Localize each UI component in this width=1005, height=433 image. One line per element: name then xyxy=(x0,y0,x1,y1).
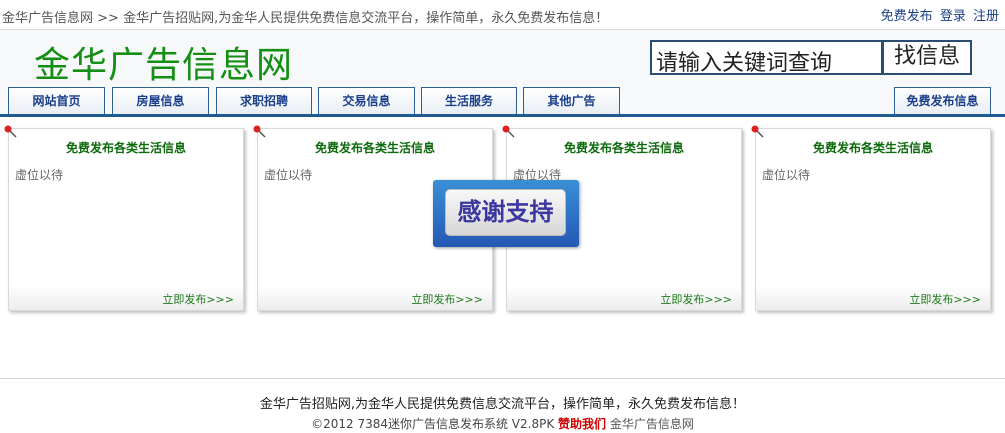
ad-box-footer: 立即发布>>> xyxy=(9,286,243,310)
site-tagline: 金华广告招贴网,为金华人民提供免费信息交流平台，操作简单，永久免费发布信息！ xyxy=(123,11,609,26)
thanks-badge[interactable]: 感谢支持 xyxy=(433,180,579,247)
publish-now-link[interactable]: 立即发布>>> xyxy=(660,291,732,307)
ad-box-footer: 立即发布>>> xyxy=(507,286,741,310)
thanks-badge-label: 感谢支持 xyxy=(445,189,566,236)
ad-box-body: 虚位以待 xyxy=(762,168,811,182)
free-publish-button[interactable]: 免费发布信息 xyxy=(894,87,991,114)
footer-site-link[interactable]: 金华广告信息网 xyxy=(610,417,694,431)
ad-box-body: 虚位以待 xyxy=(15,168,64,182)
publish-now-link[interactable]: 立即发布>>> xyxy=(411,291,483,307)
footer-tagline: 金华广告招贴网,为金华人民提供免费信息交流平台，操作简单，永久免费发布信息！ xyxy=(259,397,746,412)
breadcrumb-separator: >> xyxy=(97,11,119,26)
ad-box-title: 免费发布各类生活信息 xyxy=(65,141,186,155)
publish-now-link[interactable]: 立即发布>>> xyxy=(162,291,234,307)
breadcrumb: 金华广告信息网 >> 金华广告招贴网,为金华人民提供免费信息交流平台，操作简单，… xyxy=(2,7,608,26)
site-logo[interactable]: 金华广告信息网 xyxy=(34,36,293,88)
copyright-text: ©2012 7384迷你广告信息发布系统 V2.8PK xyxy=(311,417,555,431)
search-button[interactable]: 找信息 xyxy=(883,40,972,75)
pin-icon xyxy=(253,125,266,138)
nav-underline xyxy=(0,114,1005,117)
search-input[interactable]: 请输入关键词查询 xyxy=(650,40,883,75)
ad-box: 免费发布各类生活信息 虚位以待 立即发布>>> xyxy=(4,125,244,311)
publish-link[interactable]: 免费发布 xyxy=(881,9,933,24)
nav-jobs[interactable]: 求职招聘 xyxy=(216,87,312,114)
publish-now-link[interactable]: 立即发布>>> xyxy=(909,291,981,307)
ad-box-footer: 立即发布>>> xyxy=(756,286,990,310)
footer-divider xyxy=(0,378,1005,379)
ad-box-title: 免费发布各类生活信息 xyxy=(563,141,684,155)
login-link[interactable]: 登录 xyxy=(940,9,966,24)
ad-box-body: 虚位以待 xyxy=(264,168,313,182)
ad-box-footer: 立即发布>>> xyxy=(258,286,492,310)
nav-trade[interactable]: 交易信息 xyxy=(318,87,415,114)
nav-life-services[interactable]: 生活服务 xyxy=(421,87,517,114)
account-links: 免费发布 登录 注册 xyxy=(878,5,999,24)
main-nav: 网站首页 房屋信息 求职招聘 交易信息 生活服务 其他广告 免费发布信息 xyxy=(0,87,1005,118)
site-home-link[interactable]: 金华广告信息网 xyxy=(2,11,93,26)
ad-box-title: 免费发布各类生活信息 xyxy=(812,141,933,155)
top-bar: 金华广告信息网 >> 金华广告招贴网,为金华人民提供免费信息交流平台，操作简单，… xyxy=(0,0,1005,30)
pin-icon xyxy=(4,125,17,138)
nav-housing[interactable]: 房屋信息 xyxy=(112,87,209,114)
nav-home[interactable]: 网站首页 xyxy=(8,87,105,114)
nav-other-ads[interactable]: 其他广告 xyxy=(523,87,620,114)
ad-box-title: 免费发布各类生活信息 xyxy=(314,141,435,155)
ad-box: 免费发布各类生活信息 虚位以待 立即发布>>> xyxy=(751,125,991,311)
footer-copyright-line: ©2012 7384迷你广告信息发布系统 V2.8PK 赞助我们 金华广告信息网 xyxy=(0,415,1005,432)
sponsor-link[interactable]: 赞助我们 xyxy=(558,417,606,431)
search-bar: 请输入关键词查询 找信息 xyxy=(650,40,972,75)
pin-icon xyxy=(502,125,515,138)
register-link[interactable]: 注册 xyxy=(973,9,999,24)
pin-icon xyxy=(751,125,764,138)
